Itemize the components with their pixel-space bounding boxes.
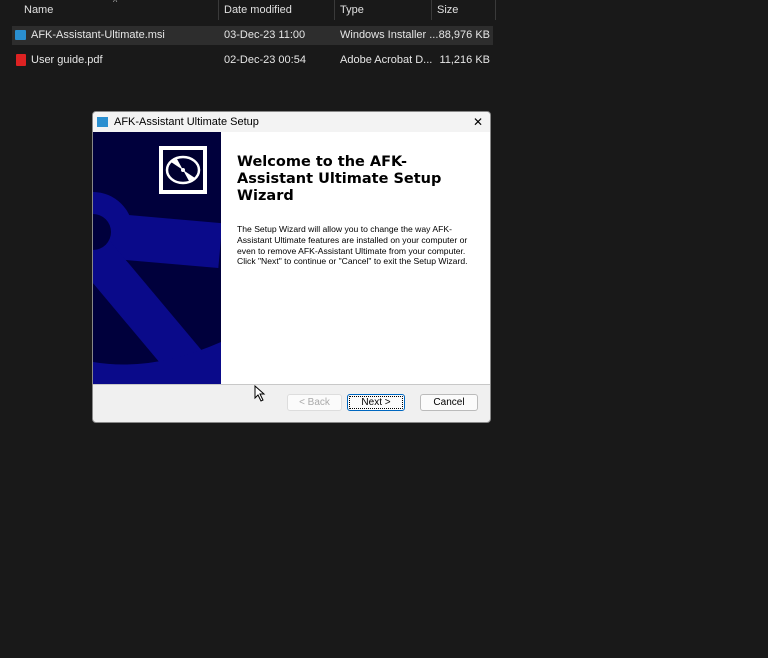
sort-up-icon: ^ [113,0,118,7]
anchor-graphic [93,146,221,384]
file-type: Windows Installer ... [340,29,439,41]
separator [93,384,490,385]
installer-icon [97,117,108,127]
file-date: 03-Dec-23 11:00 [224,29,306,41]
next-button[interactable]: Next > [347,394,405,411]
file-name: AFK-Assistant-Ultimate.msi [31,29,165,41]
column-size[interactable]: Size [437,0,458,20]
file-row[interactable]: AFK-Assistant-Ultimate.msi 03-Dec-23 11:… [12,26,493,45]
setup-dialog: AFK-Assistant Ultimate Setup ✕ Welcome t… [92,111,491,423]
file-type: Adobe Acrobat D... [340,54,433,66]
file-date: 02-Dec-23 00:54 [224,54,306,66]
wizard-content: Welcome to the AFK-Assistant Ultimate Se… [221,132,490,384]
file-name: User guide.pdf [31,54,103,66]
msi-installer-icon [15,30,26,40]
mouse-cursor-icon [254,385,266,402]
column-divider[interactable] [334,0,335,20]
column-type[interactable]: Type [340,0,364,20]
cancel-button[interactable]: Cancel [420,394,478,411]
column-name[interactable]: Name [24,0,53,20]
file-row[interactable]: User guide.pdf 02-Dec-23 00:54 Adobe Acr… [12,51,493,70]
column-divider[interactable] [218,0,219,20]
wizard-banner [93,132,221,384]
column-divider[interactable] [431,0,432,20]
title-bar[interactable]: AFK-Assistant Ultimate Setup ✕ [93,112,490,132]
close-icon[interactable]: ✕ [473,112,483,132]
file-size: 11,216 KB [439,54,490,66]
wizard-description: The Setup Wizard will allow you to chang… [237,224,468,267]
column-divider[interactable] [495,0,496,20]
back-button[interactable]: < Back [287,394,342,411]
wizard-heading: Welcome to the AFK-Assistant Ultimate Se… [237,154,442,204]
file-size: 88,976 KB [438,29,490,41]
dialog-title: AFK-Assistant Ultimate Setup [114,116,259,128]
column-date[interactable]: Date modified [224,0,292,20]
pdf-icon [16,54,26,66]
